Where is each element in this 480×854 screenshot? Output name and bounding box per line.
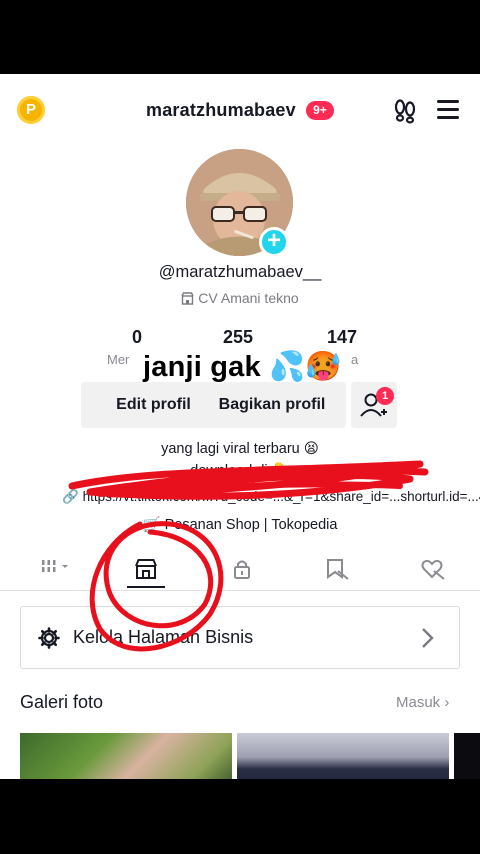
notification-badge: 9+ — [306, 101, 334, 120]
friend-request-badge: 1 — [376, 387, 394, 405]
manage-business-page[interactable]: Kelola Halaman Bisnis — [20, 606, 460, 669]
tab-videos[interactable] — [22, 549, 82, 591]
bookmark-icon — [327, 559, 349, 580]
company-name[interactable]: CV Amani tekno — [0, 290, 480, 308]
profile-tabs — [0, 549, 480, 591]
link-icon: 🔗 — [62, 489, 79, 504]
lock-icon — [234, 560, 250, 579]
tab-shop[interactable] — [116, 549, 176, 591]
gallery-photo[interactable] — [20, 733, 232, 779]
following-label: Mer — [107, 352, 130, 367]
footprint-icon[interactable] — [392, 98, 418, 124]
heart-icon — [421, 559, 445, 580]
top-black-bar — [0, 0, 480, 74]
account-switcher[interactable]: maratzhumabaev — [146, 100, 296, 121]
following-count[interactable]: 0 — [132, 327, 142, 348]
gallery-photo[interactable] — [237, 733, 449, 779]
hamburger-menu-icon[interactable] — [437, 100, 461, 120]
video-caption-overlay: janji gak 💦🥵 — [143, 351, 342, 383]
profile-handle: @maratzhumabaev__ — [158, 263, 322, 281]
add-friend-button[interactable]: 1 — [351, 382, 397, 428]
bio-line-1: yang lagi viral terbaru 😫 — [161, 441, 319, 457]
coins-button[interactable]: P — [17, 96, 45, 124]
company-label: CV Amani tekno — [198, 290, 299, 306]
followers-count[interactable]: 255 — [223, 327, 253, 348]
profile-header: P maratzhumabaev 9+ — [0, 74, 480, 148]
store-icon — [181, 292, 194, 308]
manage-business-label: Kelola Halaman Bisnis — [73, 627, 254, 647]
bio-link[interactable]: 🔗 https://vt.tiktok.com/...?u_code=...&_… — [62, 489, 480, 505]
share-profile-button[interactable]: Bagikan profil — [198, 382, 346, 428]
bio-line-2: download di 👇 — [190, 463, 290, 479]
storefront-icon — [135, 559, 157, 579]
chevron-right-icon — [422, 628, 434, 648]
gallery-more-link[interactable]: Masuk › — [396, 694, 449, 711]
tab-saved[interactable] — [306, 549, 366, 591]
active-tab-indicator — [127, 586, 165, 588]
gallery-title: Galeri foto — [20, 692, 104, 712]
likes-count[interactable]: 147 — [327, 327, 357, 348]
gallery-photo[interactable] — [454, 733, 480, 779]
bio-link-text[interactable]: https://vt.tiktok.com/...?u_code=...&_r=… — [83, 489, 480, 504]
profile-screen: P maratzhumabaev 9+ + @maratzhumabaev__ … — [0, 74, 480, 779]
tab-liked[interactable] — [402, 549, 462, 591]
shop-links[interactable]: 🛒 Pesanan Shop | Tokopedia — [0, 516, 480, 533]
gear-icon — [38, 627, 60, 649]
add-story-button[interactable]: + — [259, 227, 289, 257]
likes-label: a — [351, 352, 359, 367]
bottom-black-bar — [0, 779, 480, 854]
grid-icon — [42, 560, 68, 572]
tab-private[interactable] — [212, 549, 272, 591]
